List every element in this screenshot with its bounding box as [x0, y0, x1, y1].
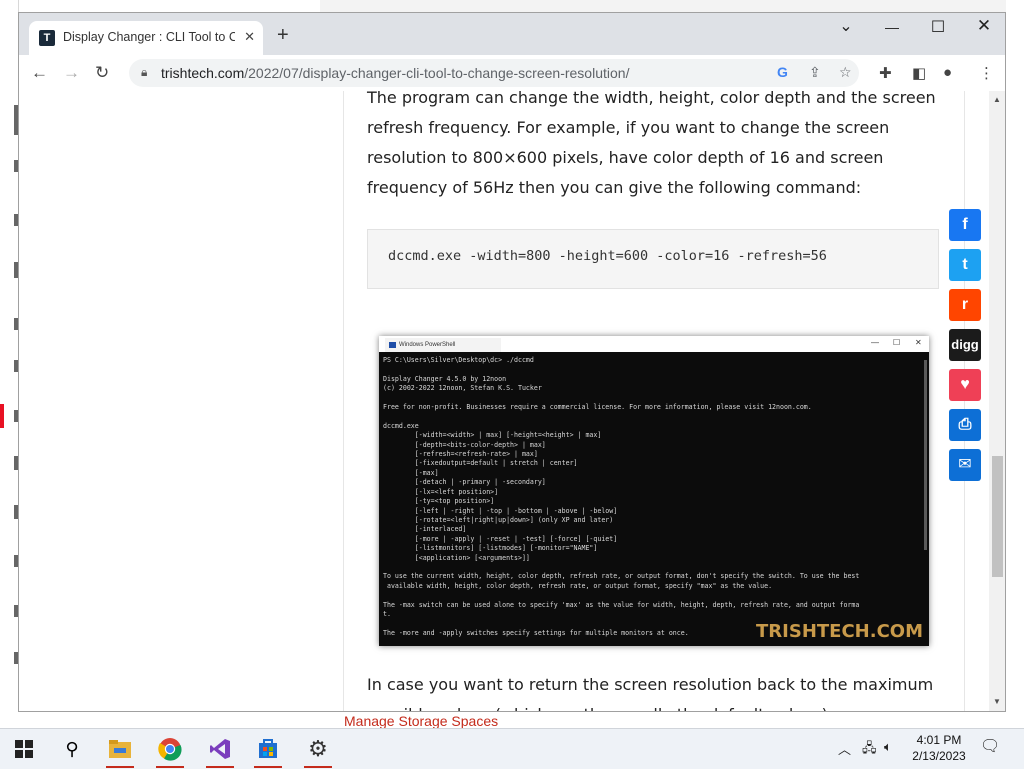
article-paragraph: In case you want to return the screen re… [367, 675, 934, 711]
url-text: trishtech.com/2022/07/display-changer-cl… [161, 65, 630, 81]
visual-studio-icon[interactable] [200, 733, 240, 768]
screenshot-titlebar: Windows PowerShell — ☐ ✕ [379, 336, 929, 352]
scrollbar-thumb[interactable] [992, 456, 1003, 577]
menu-icon[interactable]: ⋮ [979, 64, 994, 82]
page-scrollbar[interactable]: ▲ ▼ [989, 91, 1005, 711]
lock-icon: 🔒︎ [141, 65, 148, 79]
background-window-left [0, 0, 19, 720]
browser-toolbar: ← → ↻ 🔒︎ trishtech.com/2022/07/display-c… [19, 55, 1005, 92]
site-favicon-icon: T [39, 30, 55, 46]
network-icon[interactable]: 🖧︎ [862, 739, 877, 761]
tab-search-icon[interactable]: ⌄ [823, 16, 869, 36]
back-button[interactable]: ← [31, 63, 48, 83]
chrome-icon[interactable] [150, 733, 190, 768]
article-paragraph: The program can change the width, height… [367, 91, 936, 197]
volume-icon[interactable]: 🔈︎ [884, 739, 892, 755]
share-icon[interactable]: ⇪ [809, 64, 821, 81]
search-icon[interactable]: ⚲ [52, 733, 92, 765]
taskbar-clock[interactable]: 4:01 PM 2/13/2023 [904, 732, 974, 764]
settings-gear-icon[interactable]: ⚙ [298, 733, 338, 768]
email-share-icon[interactable]: ✉ [949, 449, 981, 481]
scroll-up-icon[interactable]: ▲ [993, 95, 1001, 104]
tray-chevron-icon[interactable]: ︿ [838, 739, 851, 758]
maximize-button[interactable]: ☐ [915, 17, 961, 37]
address-bar[interactable]: 🔒︎ trishtech.com/2022/07/display-changer… [129, 59, 859, 87]
bookmark-star-icon[interactable]: ☆ [839, 64, 852, 81]
print-share-icon[interactable]: ⎙ [949, 409, 981, 441]
tab-strip: T Display Changer : CLI Tool to Change S… [19, 13, 1005, 55]
browser-tab[interactable]: T Display Changer : CLI Tool to Change S… [29, 21, 263, 55]
powershell-screenshot: Windows PowerShell — ☐ ✕ PS C:\Users\Sil… [379, 336, 929, 646]
store-icon[interactable] [248, 733, 288, 768]
new-tab-button[interactable]: + [277, 25, 289, 45]
right-border [964, 91, 965, 711]
minimize-button[interactable]: — [869, 19, 915, 35]
extensions-icon[interactable]: ✚ [879, 64, 892, 82]
pocket-share-icon[interactable]: ♥ [949, 369, 981, 401]
screenshot-minimize-icon: — [871, 338, 879, 347]
watermark-logo: TRISHTECH.COM [756, 621, 923, 642]
code-block: dccmd.exe -width=800 -height=600 -color=… [367, 229, 939, 289]
clock-time: 4:01 PM [916, 733, 962, 747]
screenshot-maximize-icon: ☐ [893, 338, 901, 347]
scroll-down-icon[interactable]: ▼ [993, 697, 1001, 706]
windows-logo-icon [15, 739, 33, 758]
command-code: dccmd.exe -width=800 -height=600 -color=… [388, 248, 827, 264]
background-window-edge [320, 0, 1024, 12]
manage-storage-spaces-link[interactable]: Manage Storage Spaces [344, 713, 498, 729]
tab-title: Display Changer : CLI Tool to Change Scr… [63, 30, 235, 44]
forward-button[interactable]: → [63, 63, 80, 83]
reddit-share-icon[interactable]: r [949, 289, 981, 321]
screenshot-tab: Windows PowerShell [385, 338, 501, 352]
start-button[interactable] [4, 733, 44, 765]
browser-window: T Display Changer : CLI Tool to Change S… [18, 12, 1006, 712]
file-explorer-icon[interactable] [100, 733, 140, 768]
page-content: The program can change the width, height… [19, 91, 989, 711]
google-lens-icon[interactable]: G [777, 64, 788, 80]
taskbar: ⚲ ⚙ ︿ 🖧︎ 🔈︎ 4:01 PM 2/13/2023 🗨︎ [0, 728, 1024, 769]
digg-share-icon[interactable]: digg [949, 329, 981, 361]
tab-close-icon[interactable]: ✕ [244, 29, 255, 45]
facebook-share-icon[interactable]: f [949, 209, 981, 241]
screenshot-close-icon: ✕ [915, 338, 922, 347]
twitter-share-icon[interactable]: t [949, 249, 981, 281]
close-window-button[interactable]: ✕ [961, 16, 1005, 36]
console-output: PS C:\Users\Silver\Desktop\dc> ./dccmd D… [383, 356, 860, 637]
left-sidebar [19, 91, 344, 711]
clock-date: 2/13/2023 [912, 749, 966, 763]
notification-icon[interactable]: 🗨︎ [980, 736, 1000, 756]
side-panel-icon[interactable]: ◧ [912, 64, 926, 82]
reload-button[interactable]: ↻ [95, 63, 109, 83]
profile-avatar-icon[interactable]: ● [943, 64, 952, 81]
background-window-right [1006, 0, 1024, 720]
console-scrollbar [924, 360, 927, 550]
